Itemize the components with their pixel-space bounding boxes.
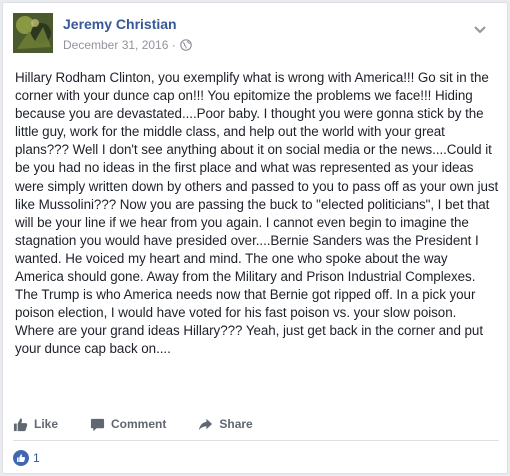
post-text: Hillary Rodham Clinton, you exemplify wh… bbox=[15, 70, 499, 357]
comment-button[interactable]: Comment bbox=[90, 417, 166, 432]
comment-label: Comment bbox=[111, 417, 167, 431]
facebook-post: Jeremy Christian December 31, 2016 · Hil… bbox=[2, 2, 508, 474]
post-actions: Like Comment Share bbox=[13, 413, 499, 435]
post-meta: December 31, 2016 · bbox=[63, 38, 192, 52]
comment-icon bbox=[90, 418, 105, 431]
share-icon bbox=[199, 418, 213, 430]
author-name[interactable]: Jeremy Christian bbox=[63, 16, 177, 32]
share-button[interactable]: Share bbox=[198, 417, 253, 432]
avatar[interactable] bbox=[13, 13, 53, 53]
like-button[interactable]: Like bbox=[13, 417, 58, 432]
post-date[interactable]: December 31, 2016 · bbox=[63, 38, 176, 52]
globe-icon bbox=[179, 39, 192, 51]
chevron-down-icon[interactable] bbox=[473, 25, 487, 35]
share-label: Share bbox=[219, 417, 253, 431]
thumbs-up-icon bbox=[13, 417, 28, 431]
reaction-count[interactable]: 1 bbox=[33, 451, 40, 465]
divider bbox=[13, 440, 499, 441]
like-label: Like bbox=[34, 417, 59, 431]
avatar-image bbox=[13, 13, 53, 53]
post-header: Jeremy Christian December 31, 2016 · bbox=[13, 13, 493, 57]
reactions-summary[interactable]: 1 bbox=[13, 449, 40, 467]
like-reaction-icon bbox=[13, 450, 29, 466]
